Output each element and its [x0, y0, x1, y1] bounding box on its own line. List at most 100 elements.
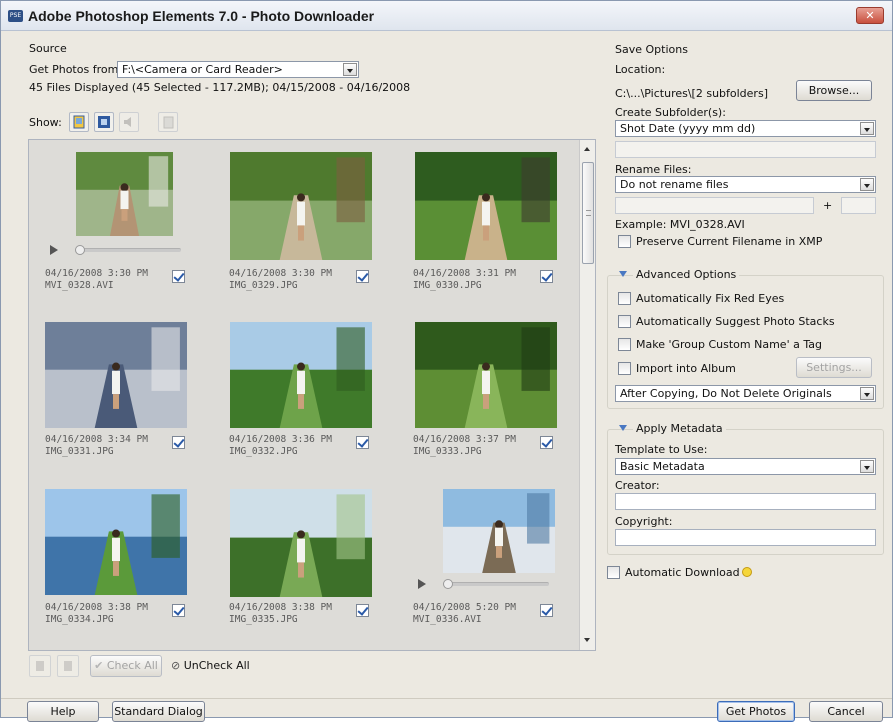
scrubber-knob[interactable] [75, 245, 85, 255]
thumbnail-video[interactable] [443, 489, 555, 573]
grid-scrollbar[interactable] [579, 140, 595, 650]
window-title: Adobe Photoshop Elements 7.0 - Photo Dow… [28, 8, 375, 24]
lightbulb-icon[interactable] [742, 567, 752, 577]
rename-number-field[interactable] [841, 197, 876, 214]
thumbnail-select-checkbox[interactable] [172, 270, 185, 283]
get-photos-from-value: F:\<Camera or Card Reader> [122, 63, 283, 76]
video-scrubber[interactable] [443, 582, 549, 586]
creator-field[interactable] [615, 493, 876, 510]
photo-downloader-window: PSE Adobe Photoshop Elements 7.0 - Photo… [0, 0, 893, 722]
disclosure-triangle-icon[interactable] [619, 271, 627, 277]
thumbnail-image [76, 152, 173, 236]
browse-button[interactable]: Browse... [796, 80, 872, 101]
grip-icon [586, 210, 591, 216]
thumbnail-date: 04/16/2008 3:34 PM [45, 434, 148, 445]
chevron-down-icon[interactable] [860, 387, 874, 400]
file-icon [163, 116, 174, 129]
template-label: Template to Use: [615, 443, 708, 456]
get-photos-from-select[interactable]: F:\<Camera or Card Reader> [117, 61, 359, 78]
scrollbar-thumb[interactable] [582, 162, 594, 264]
thumbnail-meta: 04/16/2008 3:37 PM IMG_0333.JPG [413, 434, 516, 458]
rotate-left-button[interactable] [29, 655, 51, 677]
standard-dialog-button[interactable]: Standard Dialog [112, 701, 205, 722]
thumbnail-select-checkbox[interactable] [540, 436, 553, 449]
scrubber-knob[interactable] [443, 579, 453, 589]
show-photos-toggle[interactable] [69, 112, 89, 132]
thumbnail-date: 04/16/2008 3:38 PM [45, 602, 148, 613]
show-audio-toggle[interactable] [119, 112, 139, 132]
import-album-checkbox[interactable] [618, 362, 631, 375]
suggest-stacks-checkbox[interactable] [618, 315, 631, 328]
thumbnail-image [415, 322, 557, 428]
advanced-options-heading[interactable]: Advanced Options [633, 268, 740, 281]
thumbnail-video[interactable] [76, 152, 173, 236]
create-subfolders-select[interactable]: Shot Date (yyyy mm dd) [615, 120, 876, 137]
chevron-down-icon[interactable] [343, 63, 357, 76]
thumbnail-grid[interactable]: 04/16/2008 3:30 PM MVI_0328.AVI 04/16/2008… [28, 139, 596, 651]
thumbnail-filename: IMG_0332.JPG [229, 446, 298, 457]
fix-red-eyes-checkbox[interactable] [618, 292, 631, 305]
rename-example: Example: MVI_0328.AVI [615, 218, 745, 231]
thumbnail-meta: 04/16/2008 5:20 PM MVI_0336.AVI [413, 602, 516, 626]
show-videos-toggle[interactable] [94, 112, 114, 132]
group-tag-checkbox[interactable] [618, 338, 631, 351]
create-subfolders-label: Create Subfolder(s): [615, 106, 726, 119]
thumbnail-meta: 04/16/2008 3:38 PM IMG_0335.JPG [229, 602, 332, 626]
thumbnail-photo[interactable] [230, 322, 372, 428]
scroll-down-arrow-icon[interactable] [584, 638, 590, 642]
thumbnail-select-checkbox[interactable] [540, 270, 553, 283]
creator-label: Creator: [615, 479, 660, 492]
video-scrubber[interactable] [75, 248, 181, 252]
thumbnail-image [230, 152, 372, 260]
chevron-down-icon[interactable] [860, 122, 874, 135]
thumbnail-photo[interactable] [415, 152, 557, 260]
thumbnail-select-checkbox[interactable] [356, 436, 369, 449]
rename-prefix-field[interactable] [615, 197, 814, 214]
thumbnail-image [230, 322, 372, 428]
thumbnail-select-checkbox[interactable] [172, 436, 185, 449]
chevron-down-icon[interactable] [860, 178, 874, 191]
template-select[interactable]: Basic Metadata [615, 458, 876, 475]
thumbnail-select-checkbox[interactable] [540, 604, 553, 617]
speaker-icon [124, 117, 131, 127]
thumbnail-select-checkbox[interactable] [172, 604, 185, 617]
uncheck-all-button[interactable]: ⊘ UnCheck All [171, 659, 250, 672]
get-photos-button[interactable]: Get Photos [717, 701, 795, 722]
close-button[interactable]: ✕ [856, 7, 884, 24]
thumbnail-photo[interactable] [45, 322, 187, 428]
copyright-label: Copyright: [615, 515, 673, 528]
thumbnail-select-checkbox[interactable] [356, 604, 369, 617]
thumbnail-photo[interactable] [230, 152, 372, 260]
show-other-toggle[interactable] [158, 112, 178, 132]
play-icon[interactable] [50, 245, 58, 255]
thumbnail-meta: 04/16/2008 3:30 PM IMG_0329.JPG [229, 268, 332, 292]
location-value: C:\...\Pictures\[2 subfolders] [615, 87, 768, 100]
rename-files-select[interactable]: Do not rename files [615, 176, 876, 193]
thumbnail-date: 04/16/2008 3:38 PM [229, 602, 332, 613]
preserve-filename-checkbox[interactable] [618, 235, 631, 248]
apply-metadata-heading[interactable]: Apply Metadata [633, 422, 726, 435]
rotate-right-button[interactable] [57, 655, 79, 677]
rotate-left-icon [36, 661, 44, 671]
photo-icon [73, 115, 85, 129]
thumbnail-select-checkbox[interactable] [356, 270, 369, 283]
thumbnail-photo[interactable] [45, 489, 187, 595]
play-icon[interactable] [418, 579, 426, 589]
check-all-button[interactable]: ✔ Check All [90, 655, 162, 677]
thumbnail-filename: IMG_0330.JPG [413, 280, 482, 291]
copyright-field[interactable] [615, 529, 876, 546]
thumbnail-photo[interactable] [415, 322, 557, 428]
uncheck-all-label: UnCheck All [183, 659, 250, 672]
chevron-down-icon[interactable] [860, 460, 874, 473]
scroll-up-arrow-icon[interactable] [584, 147, 590, 151]
footer-divider [1, 698, 892, 699]
cancel-button[interactable]: Cancel [809, 701, 883, 722]
disclosure-triangle-icon[interactable] [619, 425, 627, 431]
settings-button[interactable]: Settings... [796, 357, 872, 378]
help-button[interactable]: Help [27, 701, 99, 722]
after-copying-select[interactable]: After Copying, Do Not Delete Originals [615, 385, 876, 402]
custom-subfolder-field[interactable] [615, 141, 876, 158]
rotate-right-icon [64, 661, 72, 671]
thumbnail-photo[interactable] [230, 489, 372, 597]
automatic-download-checkbox[interactable] [607, 566, 620, 579]
